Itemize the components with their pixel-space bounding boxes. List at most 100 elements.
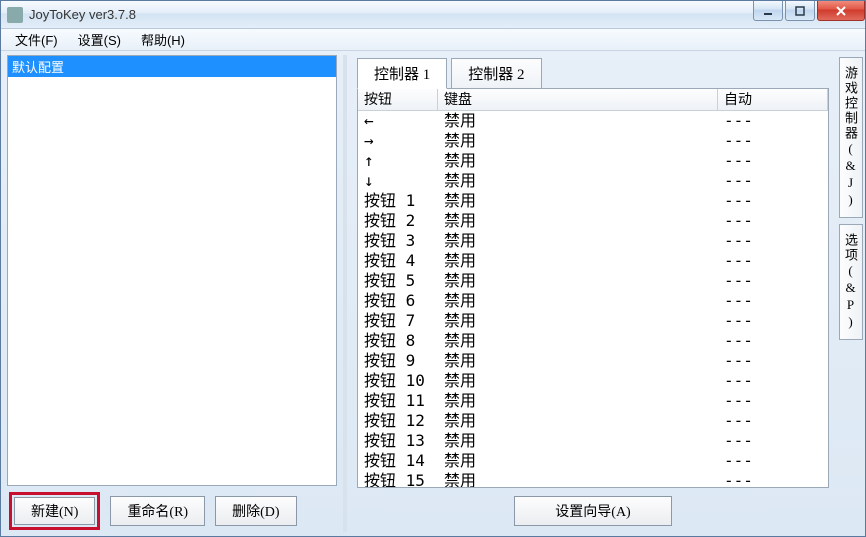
menu-file[interactable]: 文件(F)	[5, 28, 68, 51]
cell-auto: ---	[718, 291, 828, 311]
cell-auto: ---	[718, 371, 828, 391]
window-title: JoyToKey ver3.7.8	[29, 7, 136, 22]
cell-keyboard: 禁用	[438, 111, 718, 131]
cell-keyboard: 禁用	[438, 311, 718, 331]
cell-auto: ---	[718, 431, 828, 451]
settings-wizard-label: 设置向导(A)	[555, 501, 630, 521]
column-header-auto[interactable]: 自动	[718, 89, 828, 110]
cell-keyboard: 禁用	[438, 411, 718, 431]
cell-keyboard: 禁用	[438, 471, 718, 487]
profile-item-default[interactable]: 默认配置	[8, 56, 336, 77]
cell-button: 按钮 5	[358, 271, 438, 291]
new-button[interactable]: 新建(N)	[14, 497, 95, 525]
menu-help[interactable]: 帮助(H)	[131, 28, 195, 51]
tab-controller-2[interactable]: 控制器 2	[451, 58, 541, 89]
delete-button-label: 删除(D)	[232, 501, 279, 521]
cell-auto: ---	[718, 311, 828, 331]
bottom-button-row: 设置向导(A)	[353, 488, 833, 532]
mapping-listview[interactable]: 按钮 键盘 自动 ←禁用---→禁用---↑禁用---↓禁用---按钮 1禁用-…	[358, 89, 828, 487]
table-row[interactable]: 按钮 14禁用---	[358, 451, 828, 471]
app-icon	[7, 7, 23, 23]
cell-keyboard: 禁用	[438, 131, 718, 151]
maximize-button[interactable]	[785, 1, 815, 21]
table-row[interactable]: 按钮 4禁用---	[358, 251, 828, 271]
cell-button: 按钮 11	[358, 391, 438, 411]
cell-auto: ---	[718, 151, 828, 171]
cell-button: 按钮 6	[358, 291, 438, 311]
table-row[interactable]: 按钮 3禁用---	[358, 231, 828, 251]
new-button-label: 新建(N)	[31, 501, 78, 521]
cell-keyboard: 禁用	[438, 351, 718, 371]
cell-keyboard: 禁用	[438, 171, 718, 191]
side-tab-options[interactable]: 选项(&P)	[839, 224, 863, 340]
cell-keyboard: 禁用	[438, 271, 718, 291]
cell-auto: ---	[718, 331, 828, 351]
listview-wrap: 按钮 键盘 自动 ←禁用---→禁用---↑禁用---↓禁用---按钮 1禁用-…	[358, 89, 828, 487]
cell-button: 按钮 10	[358, 371, 438, 391]
cell-button: 按钮 2	[358, 211, 438, 231]
vertical-splitter[interactable]	[343, 55, 347, 532]
table-row[interactable]: 按钮 13禁用---	[358, 431, 828, 451]
table-row[interactable]: 按钮 15禁用---	[358, 471, 828, 487]
tab-strip: 控制器 1 控制器 2	[353, 55, 833, 88]
cell-button: 按钮 4	[358, 251, 438, 271]
cell-button: 按钮 14	[358, 451, 438, 471]
table-row[interactable]: ↓禁用---	[358, 171, 828, 191]
cell-keyboard: 禁用	[438, 151, 718, 171]
cell-button: 按钮 12	[358, 411, 438, 431]
tab-content: 按钮 键盘 自动 ←禁用---→禁用---↑禁用---↓禁用---按钮 1禁用-…	[357, 88, 829, 488]
titlebar: JoyToKey ver3.7.8	[1, 1, 865, 29]
table-row[interactable]: 按钮 12禁用---	[358, 411, 828, 431]
right-panel: 控制器 1 控制器 2 按钮 键盘 自动 ←禁用---→禁用---↑禁用---↓…	[353, 55, 833, 532]
table-row[interactable]: 按钮 11禁用---	[358, 391, 828, 411]
cell-button: ↓	[358, 171, 438, 191]
column-header-button[interactable]: 按钮	[358, 89, 438, 110]
minimize-button[interactable]	[753, 1, 783, 21]
table-row[interactable]: ↑禁用---	[358, 151, 828, 171]
close-button[interactable]	[817, 1, 865, 21]
cell-auto: ---	[718, 131, 828, 151]
cell-keyboard: 禁用	[438, 211, 718, 231]
cell-button: 按钮 8	[358, 331, 438, 351]
table-row[interactable]: 按钮 5禁用---	[358, 271, 828, 291]
cell-button: 按钮 7	[358, 311, 438, 331]
minimize-icon	[763, 6, 773, 16]
cell-auto: ---	[718, 411, 828, 431]
cell-auto: ---	[718, 211, 828, 231]
left-button-row: 新建(N) 重命名(R) 删除(D)	[7, 486, 337, 532]
delete-button[interactable]: 删除(D)	[215, 496, 296, 526]
cell-auto: ---	[718, 111, 828, 131]
cell-auto: ---	[718, 451, 828, 471]
cell-keyboard: 禁用	[438, 231, 718, 251]
side-tab-joystick[interactable]: 游戏控制器(&J)	[839, 57, 863, 218]
cell-auto: ---	[718, 231, 828, 251]
cell-button: 按钮 13	[358, 431, 438, 451]
cell-auto: ---	[718, 351, 828, 371]
cell-keyboard: 禁用	[438, 291, 718, 311]
table-row[interactable]: 按钮 9禁用---	[358, 351, 828, 371]
maximize-icon	[795, 6, 805, 16]
cell-keyboard: 禁用	[438, 251, 718, 271]
cell-button: 按钮 15	[358, 471, 438, 487]
table-row[interactable]: 按钮 1禁用---	[358, 191, 828, 211]
cell-keyboard: 禁用	[438, 451, 718, 471]
tab-controller-1[interactable]: 控制器 1	[357, 58, 447, 89]
table-row[interactable]: 按钮 6禁用---	[358, 291, 828, 311]
listview-header: 按钮 键盘 自动	[358, 89, 828, 111]
table-row[interactable]: ←禁用---	[358, 111, 828, 131]
cell-auto: ---	[718, 271, 828, 291]
rename-button[interactable]: 重命名(R)	[110, 496, 205, 526]
settings-wizard-button[interactable]: 设置向导(A)	[514, 496, 671, 526]
menu-settings[interactable]: 设置(S)	[68, 28, 131, 51]
profile-list[interactable]: 默认配置	[7, 55, 337, 486]
table-row[interactable]: 按钮 2禁用---	[358, 211, 828, 231]
table-row[interactable]: 按钮 8禁用---	[358, 331, 828, 351]
window-controls	[753, 1, 865, 21]
side-tabs: 游戏控制器(&J) 选项(&P)	[839, 55, 863, 532]
table-row[interactable]: 按钮 10禁用---	[358, 371, 828, 391]
cell-keyboard: 禁用	[438, 331, 718, 351]
table-row[interactable]: →禁用---	[358, 131, 828, 151]
column-header-keyboard[interactable]: 键盘	[438, 89, 718, 110]
table-row[interactable]: 按钮 7禁用---	[358, 311, 828, 331]
cell-button: ←	[358, 111, 438, 131]
